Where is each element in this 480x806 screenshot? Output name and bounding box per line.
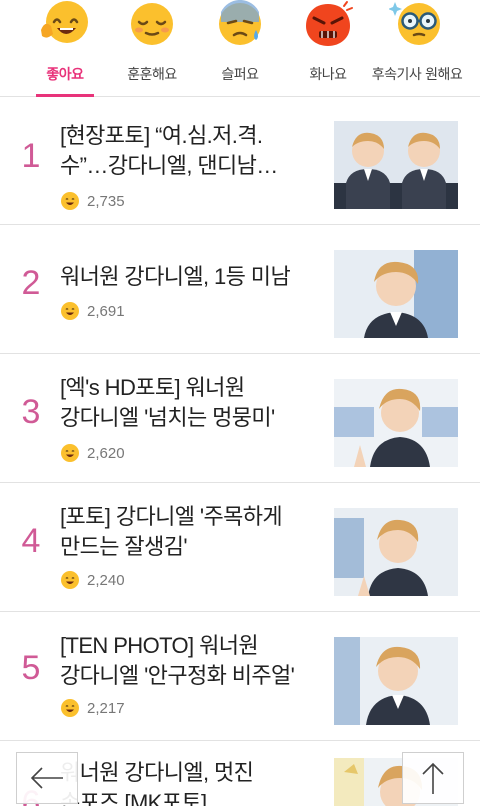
- like-count: 2,620: [60, 442, 125, 464]
- rank-number: 5: [21, 649, 41, 687]
- reaction-label: 화나요: [309, 67, 347, 83]
- list-item[interactable]: 2 워너원 강다니엘, 1등 미남 2,691: [0, 226, 480, 354]
- smile-emoji-icon: [37, 0, 93, 56]
- arrow-up-icon: [421, 761, 445, 795]
- arrow-left-icon: [29, 766, 65, 790]
- article-title-line: 만드는 잘생김': [60, 534, 188, 559]
- reaction-label: 후속기사 원해요: [371, 67, 463, 83]
- reaction-label: 좋아요: [46, 67, 84, 83]
- article-title-line: 워너원 강다니엘, 멋진: [60, 760, 254, 785]
- like-count-value: 2,691: [87, 302, 125, 320]
- article-title-line: [엑's HD포토] 워너원: [60, 375, 245, 400]
- article-title[interactable]: 워너원 강다니엘, 멋진 손포즈 [MK포토]: [60, 758, 322, 806]
- reaction-label: 훈훈해요: [127, 67, 177, 83]
- article-thumbnail[interactable]: [334, 637, 458, 725]
- article-title[interactable]: [현장포토] “여.심.저.격. 수”…강다니엘, 댄디남…: [60, 121, 322, 181]
- reaction-tab-like[interactable]: 좋아요: [30, 0, 100, 97]
- smile-emoji-icon: [60, 698, 80, 718]
- reaction-tab-angry[interactable]: 화나요: [292, 0, 364, 97]
- like-count-value: 2,217: [87, 699, 125, 717]
- rank-number: 1: [21, 137, 41, 175]
- list-item[interactable]: 1 [현장포토] “여.심.저.격. 수”…강다니엘, 댄디남… 2,735: [0, 97, 480, 225]
- back-button[interactable]: [16, 752, 78, 804]
- like-count: 2,735: [60, 190, 125, 212]
- scroll-to-top-button[interactable]: [402, 752, 464, 804]
- article-title[interactable]: 워너원 강다니엘, 1등 미남: [60, 262, 322, 292]
- like-count: 2,240: [60, 569, 125, 591]
- article-title-line: 강다니엘 '넘치는 멍뭉미': [60, 405, 275, 430]
- reaction-label: 슬퍼요: [221, 67, 259, 83]
- smile-emoji-icon: [60, 570, 80, 590]
- smile-emoji-icon: [60, 301, 80, 321]
- reaction-tabs: 좋아요 훈훈해요 슬퍼요 화나요 후속기사 원해요: [0, 0, 480, 97]
- article-title-line: 수”…강다니엘, 댄디남…: [60, 153, 278, 178]
- article-thumbnail[interactable]: [334, 508, 458, 596]
- warm-emoji-icon: [124, 0, 180, 56]
- article-title-line: [TEN PHOTO] 워너원: [60, 633, 259, 658]
- article-title-line: 강다니엘 '안구정화 비주얼': [60, 663, 295, 688]
- like-count-value: 2,735: [87, 192, 125, 210]
- article-title-line: 손포즈 [MK포토]: [60, 790, 207, 806]
- article-thumbnail[interactable]: [334, 250, 458, 338]
- smile-emoji-icon: [60, 191, 80, 211]
- rank-number: 3: [21, 393, 41, 431]
- article-title-line: [현장포토] “여.심.저.격.: [60, 123, 263, 148]
- sad-emoji-icon: [212, 0, 268, 56]
- article-thumbnail[interactable]: [334, 379, 458, 467]
- like-count-value: 2,620: [87, 444, 125, 462]
- article-title-line: 워너원 강다니엘, 1등 미남: [60, 264, 291, 289]
- article-title-line: [포토] 강다니엘 '주목하게: [60, 504, 283, 529]
- like-count: 2,217: [60, 697, 125, 719]
- reaction-tab-sad[interactable]: 슬퍼요: [204, 0, 276, 97]
- curious-emoji-icon: [389, 0, 445, 56]
- reaction-tab-warm[interactable]: 훈훈해요: [114, 0, 190, 97]
- list-item[interactable]: 5 [TEN PHOTO] 워너원 강다니엘 '안구정화 비주얼' 2,217: [0, 613, 480, 741]
- article-title[interactable]: [엑's HD포토] 워너원 강다니엘 '넘치는 멍뭉미': [60, 373, 322, 433]
- article-title[interactable]: [TEN PHOTO] 워너원 강다니엘 '안구정화 비주얼': [60, 631, 322, 691]
- smile-emoji-icon: [60, 443, 80, 463]
- list-item[interactable]: 4 [포토] 강다니엘 '주목하게 만드는 잘생김' 2,240: [0, 484, 480, 612]
- reaction-tab-follow-up[interactable]: 후속기사 원해요: [358, 0, 476, 97]
- article-thumbnail[interactable]: [334, 121, 458, 209]
- rank-number: 4: [21, 522, 41, 560]
- list-item[interactable]: 3 [엑's HD포토] 워너원 강다니엘 '넘치는 멍뭉미' 2,620: [0, 355, 480, 483]
- rank-number: 2: [21, 264, 41, 302]
- like-count-value: 2,240: [87, 571, 125, 589]
- angry-emoji-icon: [300, 0, 356, 56]
- article-title[interactable]: [포토] 강다니엘 '주목하게 만드는 잘생김': [60, 502, 322, 562]
- like-count: 2,691: [60, 300, 125, 322]
